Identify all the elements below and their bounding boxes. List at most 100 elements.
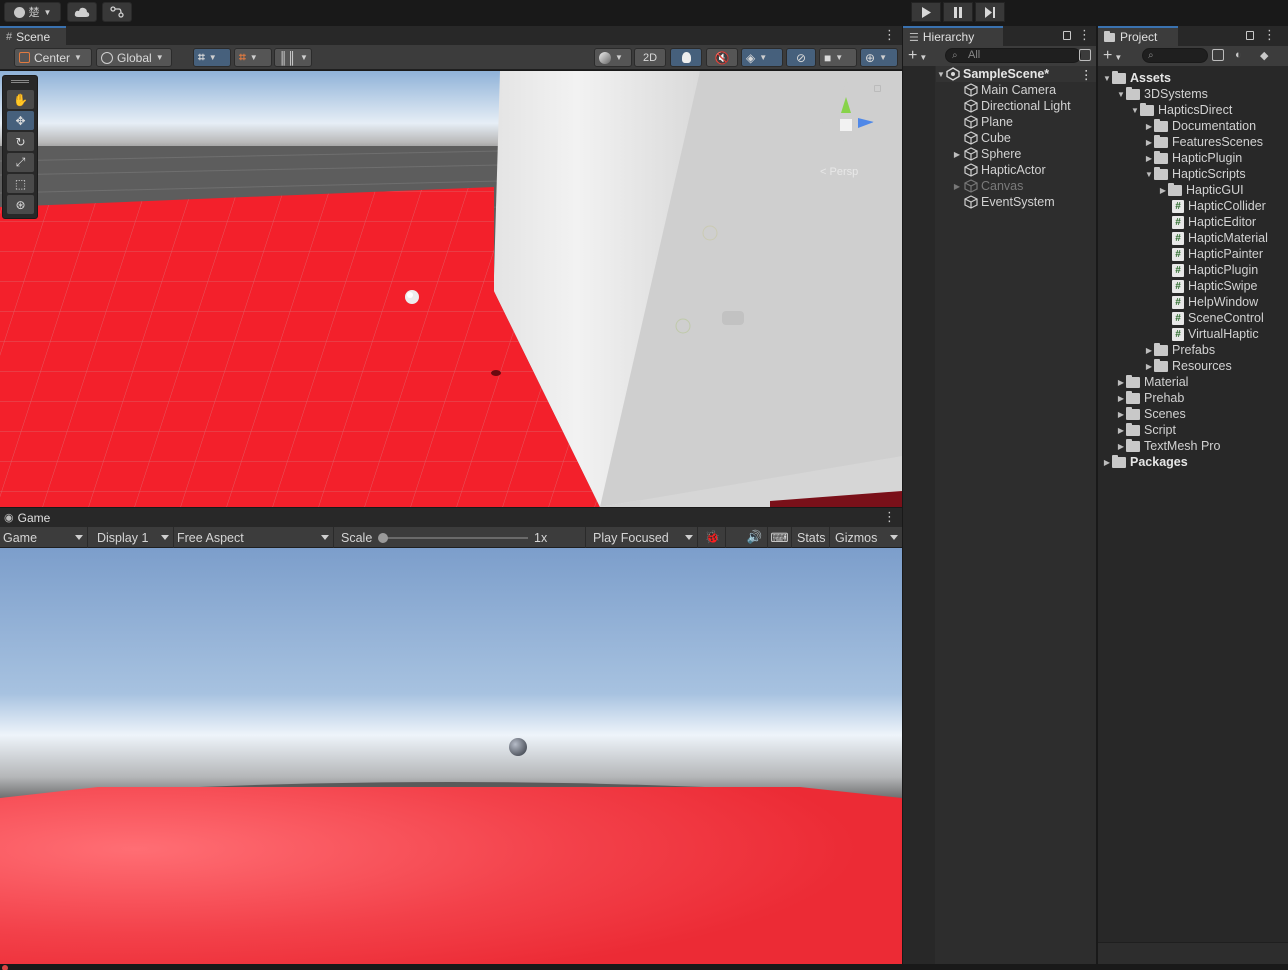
expand-arrow-icon[interactable]: ▼ xyxy=(1102,74,1112,83)
project-folder-row[interactable]: ▼ 3DSystems xyxy=(1116,86,1208,102)
project-folder-row[interactable]: ▶ TextMesh Pro xyxy=(1116,438,1220,454)
stats-button[interactable]: Stats xyxy=(794,527,830,548)
scene-root-row[interactable]: ▼ SampleScene* ⋮ xyxy=(936,66,1096,82)
expand-arrow-icon[interactable]: ▶ xyxy=(1144,138,1154,147)
camera-settings-dropdown[interactable]: ■ ▼ xyxy=(819,48,857,67)
project-folder-row[interactable]: ▼ HapticsDirect xyxy=(1130,102,1232,118)
project-folder-row[interactable]: ▶ FeaturesScenes xyxy=(1144,134,1263,150)
expand-arrow-icon[interactable]: ▼ xyxy=(1116,90,1126,99)
visibility-toggle[interactable]: ⊘ xyxy=(786,48,816,67)
mute-audio-button[interactable]: 🔊 xyxy=(742,527,768,548)
project-folder-row[interactable]: ▶ Packages xyxy=(1102,454,1188,470)
lock-icon[interactable] xyxy=(874,85,881,92)
effects-dropdown[interactable]: ◈ ▼ xyxy=(741,48,783,67)
project-folder-row[interactable]: ▶ Scenes xyxy=(1116,406,1186,422)
project-script-row[interactable]: # HapticEditor xyxy=(1172,214,1256,230)
step-button[interactable] xyxy=(975,2,1005,22)
expand-arrow-icon[interactable]: ▶ xyxy=(1102,458,1112,467)
rect-tool-button[interactable]: ⬚ xyxy=(7,174,34,193)
play-button[interactable] xyxy=(911,2,941,22)
expand-arrow-icon[interactable]: ▶ xyxy=(1144,122,1154,131)
expand-arrow-icon[interactable]: ▶ xyxy=(1116,410,1126,419)
tab-hierarchy[interactable]: ☰ Hierarchy xyxy=(903,26,1003,46)
hierarchy-item[interactable]: ▶ Canvas xyxy=(950,178,1023,194)
scene-menu-icon[interactable]: ⋮ xyxy=(883,28,896,42)
expand-arrow-icon[interactable]: ▶ xyxy=(1116,394,1126,403)
play-mode-dropdown[interactable]: Play Focused xyxy=(590,527,698,548)
project-menu-icon[interactable]: ⋮ xyxy=(1263,28,1276,42)
cloud-button[interactable] xyxy=(67,2,97,22)
rotate-tool-button[interactable]: ↻ xyxy=(7,132,34,151)
scale-slider[interactable] xyxy=(378,533,528,543)
mode-2d-toggle[interactable]: 2D xyxy=(634,48,666,67)
scale-tool-button[interactable]: ⤢ xyxy=(7,153,34,172)
keyboard-shortcuts-button[interactable]: ⌨ xyxy=(768,527,792,548)
account-dropdown[interactable]: 楚 ▼ xyxy=(4,2,61,22)
aspect-dropdown[interactable]: Free Aspect xyxy=(174,527,334,548)
project-script-row[interactable]: # HelpWindow xyxy=(1172,294,1258,310)
scene-viewport[interactable]: y z < Persp ✋ ✥ ↻ ⤢ ⬚ ⊛ xyxy=(0,71,902,507)
expand-arrow-icon[interactable]: ▶ xyxy=(1116,426,1126,435)
project-script-row[interactable]: # HapticPlugin xyxy=(1172,262,1258,278)
tab-scene[interactable]: # Scene xyxy=(0,26,66,46)
hierarchy-item[interactable]: EventSystem xyxy=(954,194,1055,210)
project-folder-row[interactable]: ▶ Prefabs xyxy=(1144,342,1215,358)
pause-button[interactable] xyxy=(943,2,973,22)
expand-arrow-icon[interactable]: ▼ xyxy=(936,70,946,79)
align-button[interactable]: ║║ ▼ xyxy=(274,48,312,67)
create-dropdown[interactable]: + ▼ xyxy=(908,47,927,65)
transform-tool-button[interactable]: ⊛ xyxy=(7,195,34,214)
scale-slider-thumb[interactable] xyxy=(378,533,388,543)
project-script-row[interactable]: # HapticPainter xyxy=(1172,246,1263,262)
gizmo-persp-label[interactable]: < Persp xyxy=(820,166,858,178)
project-script-row[interactable]: # HapticSwipe xyxy=(1172,278,1257,294)
hierarchy-item[interactable]: ▶ Sphere xyxy=(950,146,1021,162)
project-folder-row[interactable]: ▼ Assets xyxy=(1102,70,1171,86)
lock-icon[interactable] xyxy=(1063,31,1071,40)
search-by-type-icon[interactable] xyxy=(1212,49,1224,61)
hierarchy-item[interactable]: Plane xyxy=(954,114,1013,130)
hierarchy-item[interactable]: Cube xyxy=(954,130,1011,146)
expand-arrow-icon[interactable]: ▶ xyxy=(950,182,964,191)
game-viewport[interactable] xyxy=(0,548,902,964)
expand-arrow-icon[interactable]: ▶ xyxy=(1116,378,1126,387)
pivot-mode-dropdown[interactable]: Center ▼ xyxy=(14,48,92,67)
project-folder-row[interactable]: ▶ Script xyxy=(1116,422,1176,438)
favorites-icon[interactable]: ◆ xyxy=(1260,49,1268,62)
expand-arrow-icon[interactable]: ▶ xyxy=(1116,442,1126,451)
display-dropdown[interactable]: Display 1 xyxy=(94,527,174,548)
hierarchy-item[interactable]: HapticActor xyxy=(954,162,1046,178)
move-tool-button[interactable]: ✥ xyxy=(7,111,34,130)
view-type-dropdown[interactable]: Game xyxy=(0,527,88,548)
project-folder-row[interactable]: ▼ HapticScripts xyxy=(1144,166,1246,182)
grid-snap-toggle[interactable]: ⌗ ▼ xyxy=(193,48,231,67)
audio-toggle[interactable]: 🔇 xyxy=(706,48,738,67)
expand-arrow-icon[interactable]: ▼ xyxy=(1130,106,1140,115)
expand-arrow-icon[interactable]: ▶ xyxy=(1144,154,1154,163)
view-tool-button[interactable]: ✋ xyxy=(7,90,34,109)
project-script-row[interactable]: # VirtualHaptic xyxy=(1172,326,1259,342)
expand-arrow-icon[interactable]: ▼ xyxy=(1144,170,1154,179)
bug-button[interactable]: 🐞 xyxy=(700,527,726,548)
lighting-toggle[interactable] xyxy=(670,48,702,67)
lock-icon[interactable] xyxy=(1246,31,1254,40)
expand-arrow-icon[interactable]: ▶ xyxy=(1144,346,1154,355)
hierarchy-menu-icon[interactable]: ⋮ xyxy=(1078,28,1091,42)
project-script-row[interactable]: # SceneControl xyxy=(1172,310,1264,326)
game-menu-icon[interactable]: ⋮ xyxy=(883,510,896,524)
create-asset-dropdown[interactable]: + ▼ xyxy=(1103,47,1122,65)
hierarchy-item[interactable]: Directional Light xyxy=(954,98,1071,114)
project-folder-row[interactable]: ▶ HapticGUI xyxy=(1158,182,1244,198)
project-folder-row[interactable]: ▶ Prehab xyxy=(1116,390,1184,406)
pivot-rotation-dropdown[interactable]: Global ▼ xyxy=(96,48,172,67)
draw-mode-dropdown[interactable]: ▼ xyxy=(594,48,632,67)
filter-scene-icon[interactable] xyxy=(1079,49,1091,61)
project-script-row[interactable]: # HapticMaterial xyxy=(1172,230,1268,246)
gizmos-dropdown-game[interactable]: Gizmos xyxy=(832,527,902,548)
search-by-label-icon[interactable]: ◐ xyxy=(1235,49,1242,61)
project-script-row[interactable]: # HapticCollider xyxy=(1172,198,1266,214)
project-folder-row[interactable]: ▶ Documentation xyxy=(1144,118,1256,134)
overlay-handle[interactable] xyxy=(11,80,29,83)
scene-menu-icon[interactable]: ⋮ xyxy=(1080,67,1093,82)
gizmos-dropdown[interactable]: ⊕ ▼ xyxy=(860,48,898,67)
